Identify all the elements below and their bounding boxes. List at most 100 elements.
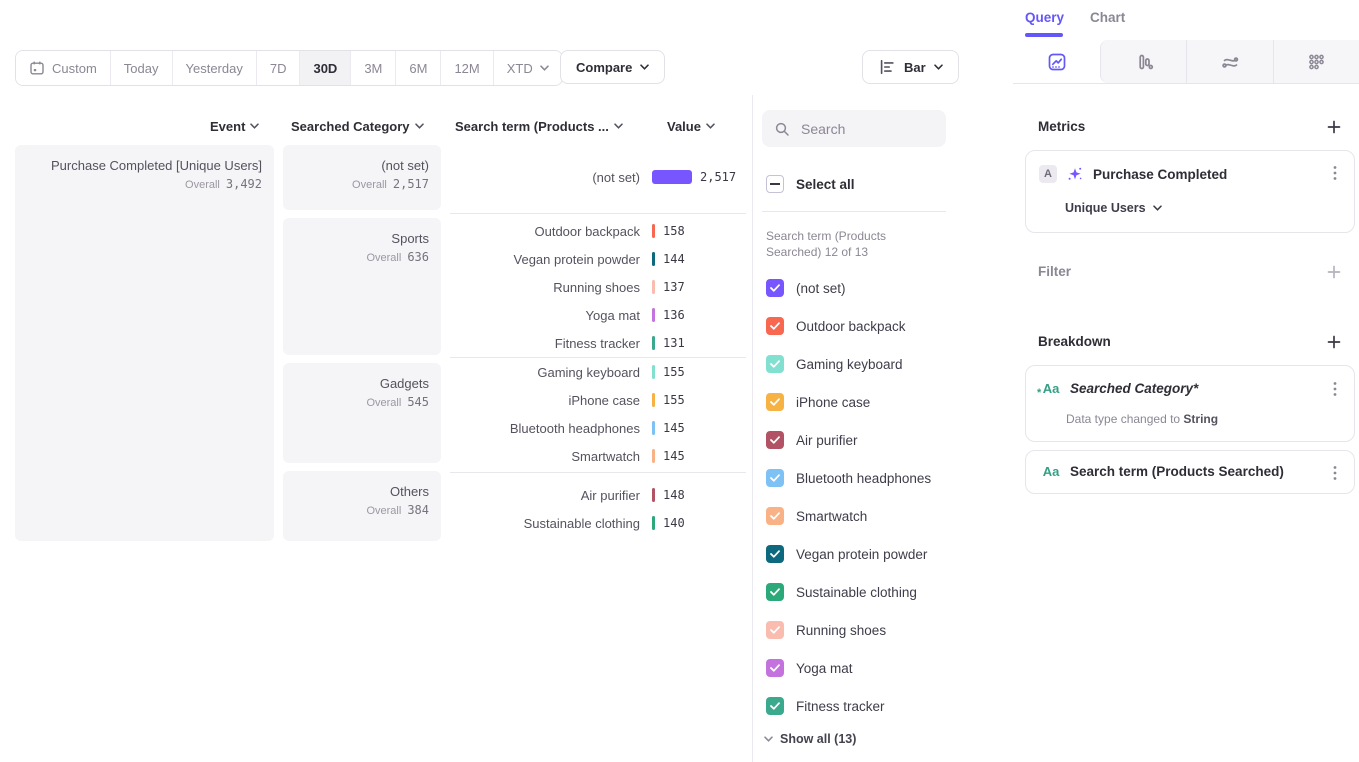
tab-funnels[interactable] — [1101, 40, 1186, 83]
tab-chart[interactable]: Chart — [1090, 10, 1125, 25]
column-header-event[interactable]: Event — [210, 117, 259, 135]
tab-retention[interactable] — [1186, 40, 1272, 83]
filter-item-iphone-case[interactable]: iPhone case — [766, 383, 931, 421]
tab-query-active[interactable]: Query — [1025, 10, 1064, 25]
filter-item-vegan-protein-powder[interactable]: Vegan protein powder — [766, 535, 931, 573]
date-range-7d[interactable]: 7D — [257, 51, 301, 85]
filter-item-running-shoes[interactable]: Running shoes — [766, 611, 931, 649]
filter-item-outdoor-backpack[interactable]: Outdoor backpack — [766, 307, 931, 345]
date-range-label: 7D — [270, 61, 287, 76]
chart-type-selector[interactable]: Bar — [862, 50, 959, 84]
value-bar — [652, 252, 655, 266]
filter-item-label: Smartwatch — [796, 509, 867, 524]
check-icon — [770, 360, 780, 368]
measure-selector[interactable]: Unique Users — [1065, 201, 1162, 215]
breakdown-card-search-term[interactable]: Aa Search term (Products Searched) — [1025, 450, 1355, 494]
category-name: (not set) — [295, 158, 429, 173]
checkbox-checked[interactable] — [766, 431, 784, 449]
event-cell[interactable]: Purchase Completed [Unique Users] Overal… — [15, 145, 274, 541]
show-all-button[interactable]: Show all (13) — [764, 732, 856, 746]
column-header-label: Event — [210, 119, 245, 134]
column-header-search-term[interactable]: Search term (Products ... — [455, 117, 623, 135]
column-header-value[interactable]: Value — [667, 117, 715, 135]
filter-item-air-purifier[interactable]: Air purifier — [766, 421, 931, 459]
checkbox-checked[interactable] — [766, 659, 784, 677]
chart-type-label: Bar — [904, 60, 926, 75]
category-cell-sports[interactable]: Sports Overall636 — [283, 218, 441, 355]
compare-button[interactable]: Compare — [560, 50, 665, 84]
date-range-yesterday[interactable]: Yesterday — [173, 51, 257, 85]
table-row[interactable]: Running shoes 137 — [450, 273, 746, 301]
date-range-3m[interactable]: 3M — [351, 51, 396, 85]
checkbox-checked[interactable] — [766, 393, 784, 411]
date-range-30d-active[interactable]: 30D — [300, 51, 351, 85]
breakdown-options-kebab[interactable] — [1328, 381, 1342, 397]
table-row[interactable]: (not set) 2,517 — [450, 163, 746, 191]
table-row[interactable]: Yoga mat 136 — [450, 301, 746, 329]
checkbox-checked[interactable] — [766, 583, 784, 601]
filter-item-fitness-tracker[interactable]: Fitness tracker — [766, 687, 931, 725]
metric-options-kebab[interactable] — [1328, 165, 1342, 181]
checkbox-checked[interactable] — [766, 697, 784, 715]
category-cell-gadgets[interactable]: Gadgets Overall545 — [283, 363, 441, 463]
tab-flows[interactable] — [1273, 40, 1359, 83]
date-range-12m[interactable]: 12M — [441, 51, 493, 85]
date-range-label: XTD — [507, 61, 533, 76]
date-range-xtd[interactable]: XTD — [494, 51, 562, 85]
chevron-down-icon — [764, 736, 773, 742]
group-divider — [450, 213, 746, 214]
add-filter-button[interactable] — [1326, 264, 1342, 280]
value-number: 144 — [663, 252, 685, 266]
tab-insights-active[interactable] — [1013, 40, 1100, 83]
select-all-row[interactable]: Select all — [766, 175, 855, 193]
filter-item-sustainable-clothing[interactable]: Sustainable clothing — [766, 573, 931, 611]
table-row[interactable]: Fitness tracker 131 — [450, 329, 746, 357]
filter-item-label: Sustainable clothing — [796, 585, 917, 600]
search-term: Fitness tracker — [450, 336, 640, 351]
select-all-checkbox-indeterminate[interactable] — [766, 175, 784, 193]
checkbox-checked[interactable] — [766, 317, 784, 335]
table-row[interactable]: Gaming keyboard 155 — [450, 358, 746, 386]
filter-item-smartwatch[interactable]: Smartwatch — [766, 497, 931, 535]
checkbox-checked[interactable] — [766, 545, 784, 563]
table-row[interactable]: iPhone case 155 — [450, 386, 746, 414]
search-box[interactable] — [762, 110, 946, 147]
table-row[interactable]: Outdoor backpack 158 — [450, 217, 746, 245]
flows-dots-icon — [1306, 52, 1326, 72]
checkbox-checked[interactable] — [766, 621, 784, 639]
add-metric-button[interactable] — [1326, 119, 1342, 135]
chevron-down-icon — [640, 64, 649, 70]
checkbox-checked[interactable] — [766, 279, 784, 297]
chevron-down-icon — [415, 123, 424, 129]
filter-item-bluetooth-headphones[interactable]: Bluetooth headphones — [766, 459, 931, 497]
filter-item-gaming-keyboard[interactable]: Gaming keyboard — [766, 345, 931, 383]
category-cell-others[interactable]: Others Overall384 — [283, 471, 441, 541]
date-range-custom[interactable]: Custom — [16, 51, 111, 85]
category-name: Sports — [295, 231, 429, 246]
checkbox-checked[interactable] — [766, 507, 784, 525]
check-icon — [770, 284, 780, 292]
category-cell-not-set[interactable]: (not set) Overall2,517 — [283, 145, 441, 210]
breakdown-card-searched-category[interactable]: Aa* Searched Category* Data type changed… — [1025, 365, 1355, 442]
value-number: 136 — [663, 308, 685, 322]
value-bar — [652, 170, 692, 184]
table-row[interactable]: Sustainable clothing 140 — [450, 509, 746, 537]
table-row[interactable]: Vegan protein powder 144 — [450, 245, 746, 273]
search-input[interactable] — [799, 120, 933, 138]
filter-item-yoga-mat[interactable]: Yoga mat — [766, 649, 931, 687]
chevron-down-icon — [934, 64, 943, 70]
date-range-today[interactable]: Today — [111, 51, 173, 85]
date-range-6m[interactable]: 6M — [396, 51, 441, 85]
column-header-searched-category[interactable]: Searched Category — [291, 117, 424, 135]
value-number: 2,517 — [700, 170, 736, 184]
breakdown-options-kebab[interactable] — [1328, 465, 1342, 481]
metric-event-name: Purchase Completed — [1093, 167, 1227, 182]
metric-card[interactable]: A Purchase Completed Unique Users — [1025, 150, 1355, 233]
add-breakdown-button[interactable] — [1326, 334, 1342, 350]
table-row[interactable]: Bluetooth headphones 145 — [450, 414, 746, 442]
table-row[interactable]: Air purifier 148 — [450, 481, 746, 509]
filter-item-not-set[interactable]: (not set) — [766, 269, 931, 307]
table-row[interactable]: Smartwatch 145 — [450, 442, 746, 470]
checkbox-checked[interactable] — [766, 355, 784, 373]
checkbox-checked[interactable] — [766, 469, 784, 487]
